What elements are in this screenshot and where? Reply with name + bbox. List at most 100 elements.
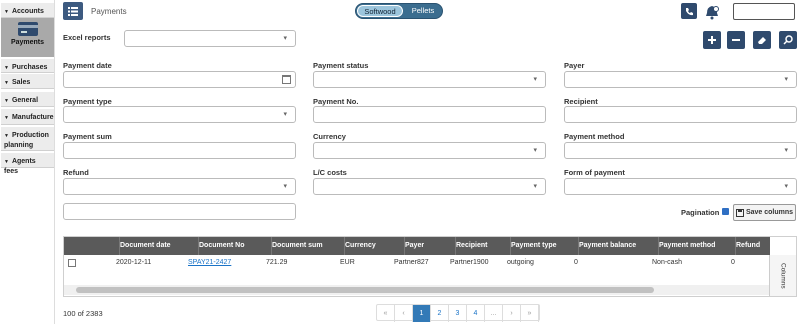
sidebar-item-label: Purchases (11, 64, 48, 71)
prev-page-button[interactable]: ‹ (395, 305, 413, 322)
cell-payer: Partner827 (394, 259, 429, 266)
payment-status-select[interactable]: ▾ (313, 71, 546, 88)
first-page-button[interactable]: « (377, 305, 395, 322)
top-search-input[interactable] (733, 3, 795, 20)
sidebar-item-label: Accounts (11, 8, 44, 15)
recipient-field[interactable] (564, 106, 797, 123)
phone-icon (685, 7, 693, 15)
page-3-button[interactable]: 3 (449, 305, 467, 322)
cell-refund: 0 (731, 259, 735, 266)
bell-icon (706, 6, 719, 20)
sidebar-item-payments[interactable]: Payments (1, 18, 54, 57)
last-page-button[interactable]: » (521, 305, 539, 322)
payer-select[interactable]: ▾ (564, 71, 797, 88)
sidebar-item-label: Production planning (4, 132, 49, 149)
caret-icon: ▼ (4, 65, 9, 71)
cell-document-sum: 721.29 (266, 259, 288, 266)
col-recipient[interactable]: Recipient (455, 237, 488, 255)
payment-type-select[interactable]: ▾ (63, 106, 296, 123)
add-button[interactable] (703, 31, 721, 49)
menu-button[interactable] (63, 2, 83, 20)
payment-no-field[interactable] (313, 106, 546, 123)
scrollbar-thumb[interactable] (76, 287, 654, 293)
sidebar-item-agents-fees[interactable]: ▼ Agents fees (1, 153, 54, 175)
col-currency[interactable]: Currency (344, 237, 376, 255)
payment-status-label: Payment status (313, 61, 369, 70)
credit-card-icon (17, 22, 38, 36)
col-payment-method[interactable]: Payment method (658, 237, 715, 255)
cell-document-no-link[interactable]: SPAY21-2427 (188, 255, 231, 271)
col-refund[interactable]: Refund (735, 237, 760, 255)
payment-date-label: Payment date (63, 61, 112, 70)
cell-currency: EUR (340, 259, 355, 266)
columns-panel-tab[interactable]: Columns (769, 255, 796, 296)
search-icon (783, 35, 793, 45)
col-payer[interactable]: Payer (404, 237, 424, 255)
pagination-label: Pagination (681, 208, 720, 217)
sidebar-item-label: Sales (11, 79, 31, 86)
extra-filter-field[interactable] (63, 203, 296, 220)
sidebar-item-label: Payments (10, 39, 45, 46)
horizontal-scrollbar[interactable] (64, 285, 770, 295)
calendar-icon (282, 75, 291, 84)
save-icon (735, 208, 744, 217)
sidebar-item-accounts[interactable]: ▼ Accounts (1, 3, 54, 18)
toggle-softwood[interactable]: Softwood (357, 5, 403, 17)
payment-no-label: Payment No. (313, 97, 359, 106)
chevron-down-icon: ▾ (784, 147, 788, 154)
caret-icon: ▼ (4, 133, 9, 139)
clear-filters-button[interactable] (753, 31, 771, 49)
save-columns-button[interactable]: Save columns (733, 204, 796, 221)
excel-reports-label: Excel reports (63, 33, 111, 42)
cell-document-date: 2020-12-11 (116, 259, 152, 266)
remove-button[interactable] (727, 31, 745, 49)
table-row[interactable]: 2020-12-11 SPAY21-2427 721.29 EUR Partne… (64, 255, 770, 271)
sidebar-item-label: Manufacture (11, 114, 54, 121)
refund-select[interactable]: ▾ (63, 178, 296, 195)
sidebar-item-sales[interactable]: ▼ Sales (1, 74, 54, 89)
lc-costs-select[interactable]: ▾ (313, 178, 546, 195)
page-4-button[interactable]: 4 (467, 305, 485, 322)
page-1-button[interactable]: 1 (413, 305, 431, 322)
row-checkbox[interactable] (68, 259, 76, 267)
cell-payment-balance: 0 (574, 259, 578, 266)
sidebar: ▼ Accounts Payments ▼ Purchases ▼ Sales ▼ Ge… (0, 0, 55, 324)
chevron-down-icon: ▾ (283, 183, 287, 190)
currency-select[interactable]: ▾ (313, 142, 546, 159)
chevron-down-icon: ▾ (283, 111, 287, 118)
payment-method-label: Payment method (564, 132, 625, 141)
caret-icon: ▼ (4, 80, 9, 86)
search-button[interactable] (779, 31, 797, 49)
col-payment-type[interactable]: Payment type (510, 237, 557, 255)
form-of-payment-select[interactable]: ▾ (564, 178, 797, 195)
breadcrumb: Payments (91, 7, 127, 16)
col-document-no[interactable]: Document No (198, 237, 245, 255)
payment-sum-field[interactable] (63, 142, 296, 159)
sidebar-item-production-planning[interactable]: ▼ Production planning (1, 127, 54, 151)
page-2-button[interactable]: 2 (431, 305, 449, 322)
next-page-button[interactable]: › (503, 305, 521, 322)
excel-reports-select[interactable]: ▾ (124, 30, 296, 47)
product-toggle[interactable]: Softwood Pellets (355, 3, 443, 19)
notification-button[interactable] (703, 3, 721, 21)
chevron-down-icon: ▾ (784, 76, 788, 83)
sidebar-item-general[interactable]: ▼ General (1, 92, 54, 107)
pagination-checkbox[interactable] (722, 208, 729, 215)
col-document-date[interactable]: Document date (119, 237, 171, 255)
columns-tab-label: Columns (779, 262, 787, 289)
sidebar-item-purchases[interactable]: ▼ Purchases (1, 59, 54, 73)
record-count: 100 of 2383 (63, 309, 103, 318)
payment-sum-label: Payment sum (63, 132, 112, 141)
col-document-sum[interactable]: Document sum (271, 237, 323, 255)
chevron-down-icon: ▾ (533, 183, 537, 190)
toggle-pellets[interactable]: Pellets (405, 5, 441, 17)
payment-method-select[interactable]: ▾ (564, 142, 797, 159)
chevron-down-icon: ▾ (533, 147, 537, 154)
payment-date-field[interactable] (63, 71, 296, 88)
col-payment-balance[interactable]: Payment balance (578, 237, 636, 255)
caret-icon: ▼ (4, 9, 9, 15)
sidebar-item-manufacture[interactable]: ▼ Manufacture (1, 109, 54, 125)
cell-payment-method: Non-cash (652, 259, 682, 266)
phone-button[interactable] (681, 3, 697, 19)
caret-icon: ▼ (4, 98, 9, 104)
